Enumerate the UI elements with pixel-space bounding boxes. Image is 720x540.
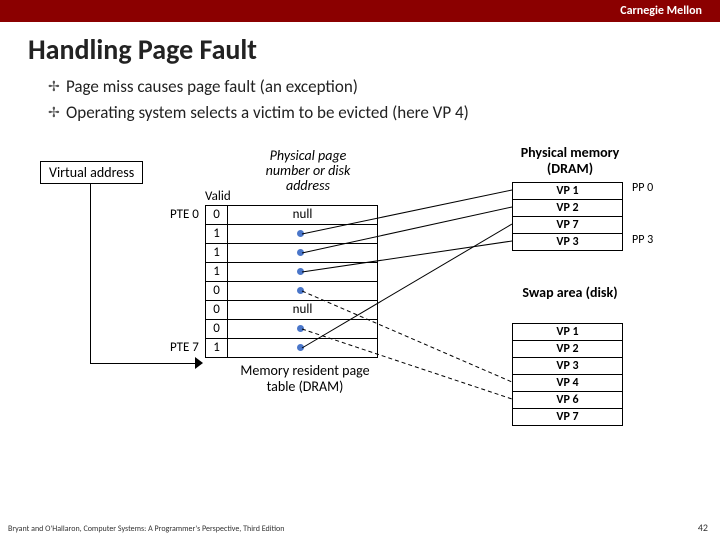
pm-row: VP 1	[513, 182, 623, 199]
university-label: Carnegie Mellon	[620, 4, 702, 18]
swap-cell: VP 4	[513, 374, 623, 391]
va-connector	[90, 363, 195, 364]
swap-cell: VP 6	[513, 391, 623, 408]
bullet-text: Operating system selects a victim to be …	[66, 102, 469, 123]
pte-label-7: PTE 7	[170, 340, 199, 355]
swap-cell: VP 2	[513, 340, 623, 357]
pt-addr-cell: null	[228, 300, 378, 319]
header-bar: Carnegie Mellon	[0, 0, 720, 22]
page-table-caption: Memory resident page table (DRAM)	[235, 363, 375, 397]
swap-table: VP 1VP 2VP 3VP 4VP 6VP 7	[512, 323, 623, 426]
pt-valid-cell: 1	[206, 243, 228, 262]
dot-icon	[297, 287, 304, 294]
pt-addr-cell	[228, 262, 378, 281]
page-table: 0null11100null01	[205, 205, 378, 358]
dot-icon	[297, 268, 304, 275]
pt-addr-cell	[228, 338, 378, 357]
slide-title: Handling Page Fault	[0, 22, 720, 75]
bullet-list: ✢ Page miss causes page fault (an except…	[0, 75, 720, 125]
pt-valid-cell: 0	[206, 205, 228, 224]
pm-cell: VP 1	[513, 182, 623, 199]
diagram-area: Virtual address Physical page number or …	[0, 145, 720, 475]
swap-cell: VP 3	[513, 357, 623, 374]
swap-row: VP 1	[513, 323, 623, 340]
dot-icon	[297, 325, 304, 332]
pt-row: 0 null	[206, 300, 378, 319]
pt-valid-cell: 1	[206, 338, 228, 357]
pt-row: 0	[206, 319, 378, 338]
swap-cell: VP 1	[513, 323, 623, 340]
pt-valid-label: Valid	[205, 189, 231, 204]
slide-number: 42	[698, 521, 708, 534]
pm-row: VP 3	[513, 233, 623, 250]
pt-addr-cell	[228, 281, 378, 300]
pt-valid-cell: 1	[206, 262, 228, 281]
va-connector	[90, 183, 91, 363]
swap-cell: VP 7	[513, 408, 623, 425]
pt-addr-cell	[228, 243, 378, 262]
swap-row: VP 4	[513, 374, 623, 391]
pm-cell: VP 2	[513, 199, 623, 216]
pm-cell: VP 3	[513, 233, 623, 250]
pt-addr-cell	[228, 224, 378, 243]
pt-valid-cell: 0	[206, 281, 228, 300]
swap-row: VP 7	[513, 408, 623, 425]
pt-addr-cell: null	[228, 205, 378, 224]
arrow-icon	[195, 357, 203, 369]
dot-icon	[297, 249, 304, 256]
pm-cell: VP 7	[513, 216, 623, 233]
pt-row: 1	[206, 338, 378, 357]
pt-addr-text: null	[293, 302, 313, 317]
pt-header-label: Physical page number or disk address	[248, 148, 368, 194]
swap-row: VP 6	[513, 391, 623, 408]
bullet-item: ✢ Operating system selects a victim to b…	[48, 101, 692, 125]
bullet-marker: ✢	[48, 103, 60, 123]
bullet-marker: ✢	[48, 77, 60, 97]
virtual-address-box: Virtual address	[40, 161, 143, 184]
bullet-item: ✢ Page miss causes page fault (an except…	[48, 75, 692, 99]
pt-row: 0 null	[206, 205, 378, 224]
pp-label-0: PP 0	[632, 181, 653, 195]
swap-row: VP 3	[513, 357, 623, 374]
pt-valid-cell: 1	[206, 224, 228, 243]
pp-label-3: PP 3	[632, 233, 653, 247]
pt-addr-cell	[228, 319, 378, 338]
pt-row: 1	[206, 262, 378, 281]
pte-label-0: PTE 0	[170, 207, 199, 222]
pt-valid-cell: 0	[206, 300, 228, 319]
swap-header: Swap area (disk)	[510, 285, 630, 302]
dot-icon	[297, 344, 304, 351]
footer-citation: Bryant and O'Hallaron, Computer Systems:…	[8, 524, 284, 534]
physical-memory-header: Physical memory (DRAM)	[500, 145, 640, 179]
dot-icon	[297, 230, 304, 237]
physical-memory-table: VP 1VP 2VP 7VP 3	[512, 182, 623, 251]
swap-row: VP 2	[513, 340, 623, 357]
pt-row: 0	[206, 281, 378, 300]
pm-row: VP 2	[513, 199, 623, 216]
pt-valid-cell: 0	[206, 319, 228, 338]
pt-addr-text: null	[293, 207, 313, 222]
pt-row: 1	[206, 224, 378, 243]
pm-row: VP 7	[513, 216, 623, 233]
bullet-text: Page miss causes page fault (an exceptio…	[66, 76, 358, 97]
pt-row: 1	[206, 243, 378, 262]
